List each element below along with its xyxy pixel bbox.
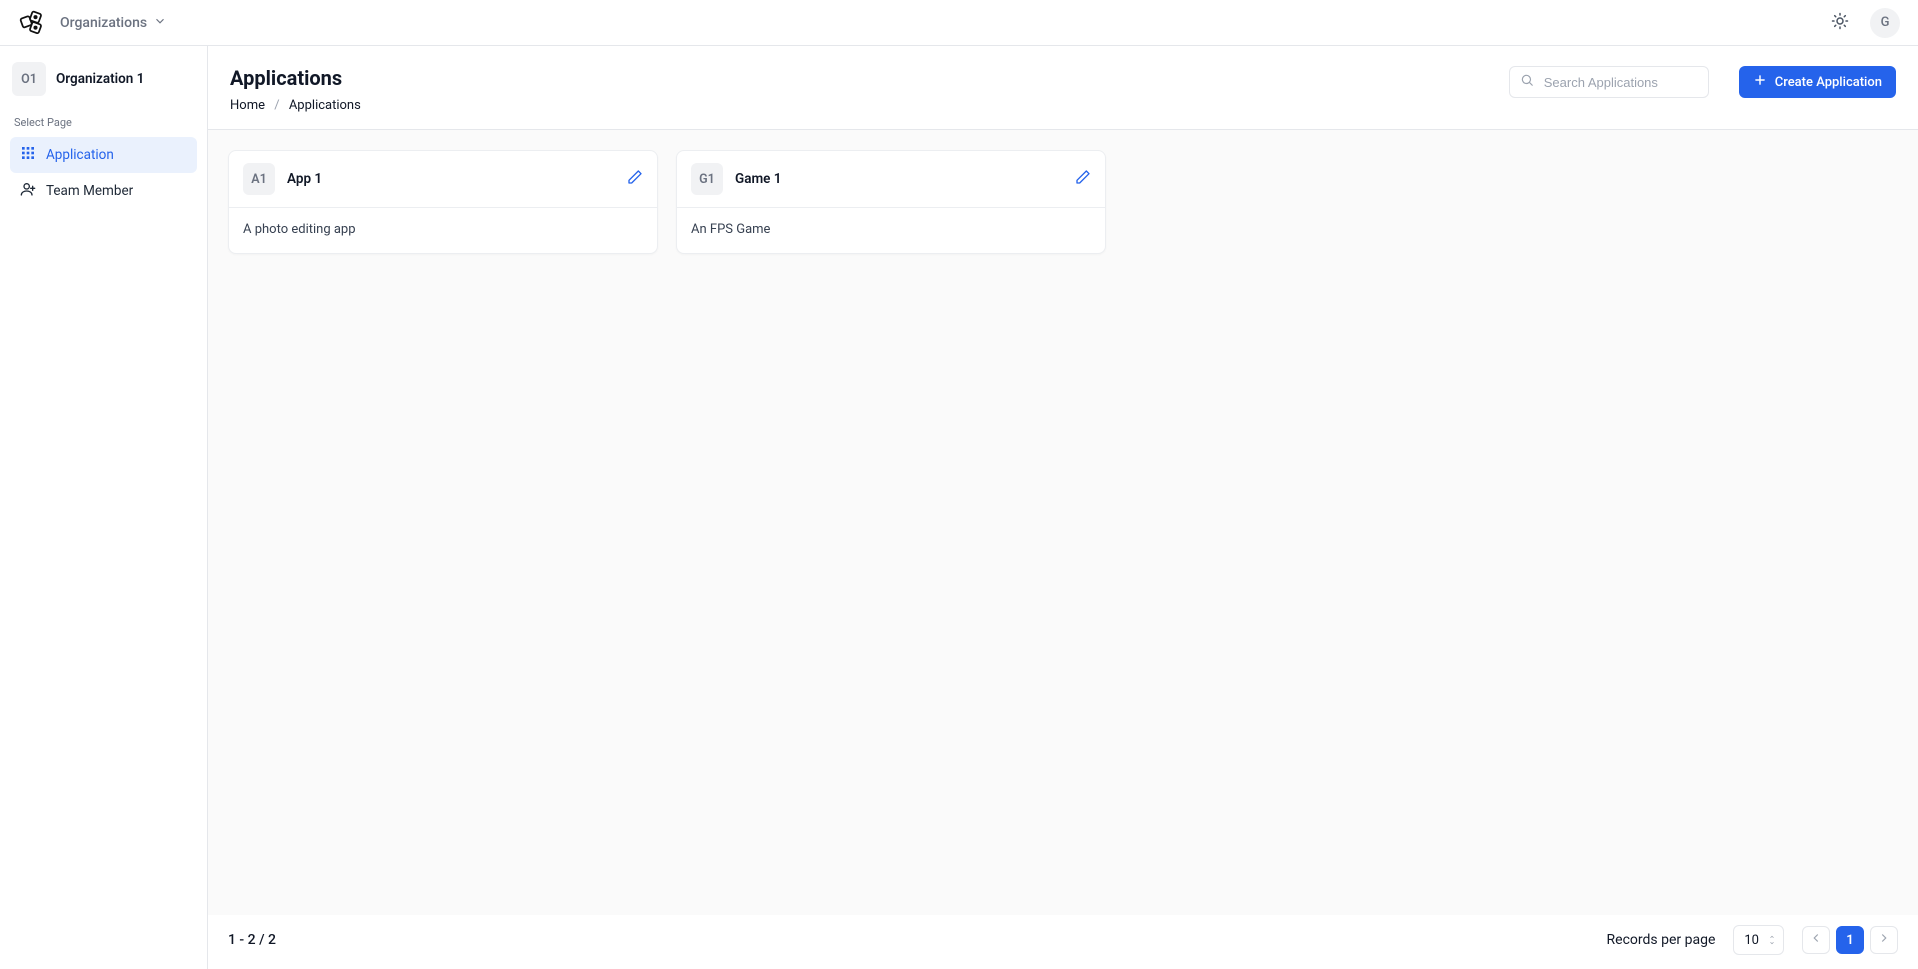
chevron-right-icon [1877, 931, 1891, 949]
application-grid: A1 App 1 A photo editing app G1 Game 1 An FPS… [228, 150, 1898, 254]
organizations-dropdown-label: Organizations [60, 15, 147, 31]
create-application-button[interactable]: Create Application [1739, 66, 1896, 98]
breadcrumb: Home / Applications [230, 98, 361, 113]
records-per-page-select[interactable]: 10 [1733, 925, 1784, 955]
page-number: 1 [1846, 933, 1853, 948]
application-description: An FPS Game [677, 208, 1105, 253]
topbar: Organizations G [0, 0, 1918, 46]
select-stepper-icon [1767, 934, 1777, 946]
search-input[interactable] [1542, 74, 1722, 91]
breadcrumb-separator: / [274, 98, 279, 113]
pagination-footer: 1 - 2 / 2 Records per page 10 [208, 915, 1918, 969]
sidebar-item-label: Team Member [46, 183, 133, 199]
main: Applications Home / Applications [208, 46, 1918, 969]
avatar-initial: G [1881, 15, 1890, 30]
application-card[interactable]: G1 Game 1 An FPS Game [676, 150, 1106, 254]
page-number-button[interactable]: 1 [1836, 926, 1864, 954]
theme-toggle-button[interactable] [1824, 7, 1856, 39]
edit-application-button[interactable] [627, 169, 643, 189]
search-applications[interactable] [1509, 66, 1709, 98]
sidebar: O1 Organization 1 Select Page Applicatio… [0, 46, 208, 969]
application-name: App 1 [287, 171, 322, 187]
sidebar-org-selector[interactable]: O1 Organization 1 [10, 58, 197, 110]
user-avatar[interactable]: G [1870, 8, 1900, 38]
main-header: Applications Home / Applications [208, 46, 1918, 130]
app-logo[interactable] [18, 9, 46, 37]
edit-icon [627, 169, 643, 189]
page-title: Applications [230, 66, 361, 90]
application-description: A photo editing app [229, 208, 657, 253]
org-badge: O1 [12, 62, 46, 96]
records-per-page-value: 10 [1744, 933, 1759, 948]
application-badge: G1 [691, 163, 723, 195]
records-per-page-label: Records per page [1607, 932, 1716, 948]
organizations-dropdown[interactable]: Organizations [60, 14, 167, 32]
sun-icon [1831, 12, 1849, 34]
create-application-label: Create Application [1775, 75, 1882, 90]
chevron-down-icon [153, 14, 167, 32]
chevron-left-icon [1809, 931, 1823, 949]
sidebar-item-application[interactable]: Application [10, 137, 197, 173]
org-name: Organization 1 [56, 71, 144, 87]
sidebar-item-label: Application [46, 147, 114, 163]
next-page-button[interactable] [1870, 926, 1898, 954]
sidebar-item-team-member[interactable]: Team Member [10, 173, 197, 209]
application-name: Game 1 [735, 171, 782, 187]
breadcrumb-current: Applications [289, 98, 361, 113]
user-icon [20, 181, 36, 201]
records-range: 1 - 2 / 2 [228, 932, 276, 948]
sidebar-section-label: Select Page [14, 116, 193, 129]
edit-icon [1075, 169, 1091, 189]
application-badge: A1 [243, 163, 275, 195]
edit-application-button[interactable] [1075, 169, 1091, 189]
search-icon [1520, 73, 1534, 91]
prev-page-button[interactable] [1802, 926, 1830, 954]
breadcrumb-home[interactable]: Home [230, 98, 265, 113]
grid-icon [20, 145, 36, 165]
plus-icon [1753, 73, 1767, 91]
application-card[interactable]: A1 App 1 A photo editing app [228, 150, 658, 254]
